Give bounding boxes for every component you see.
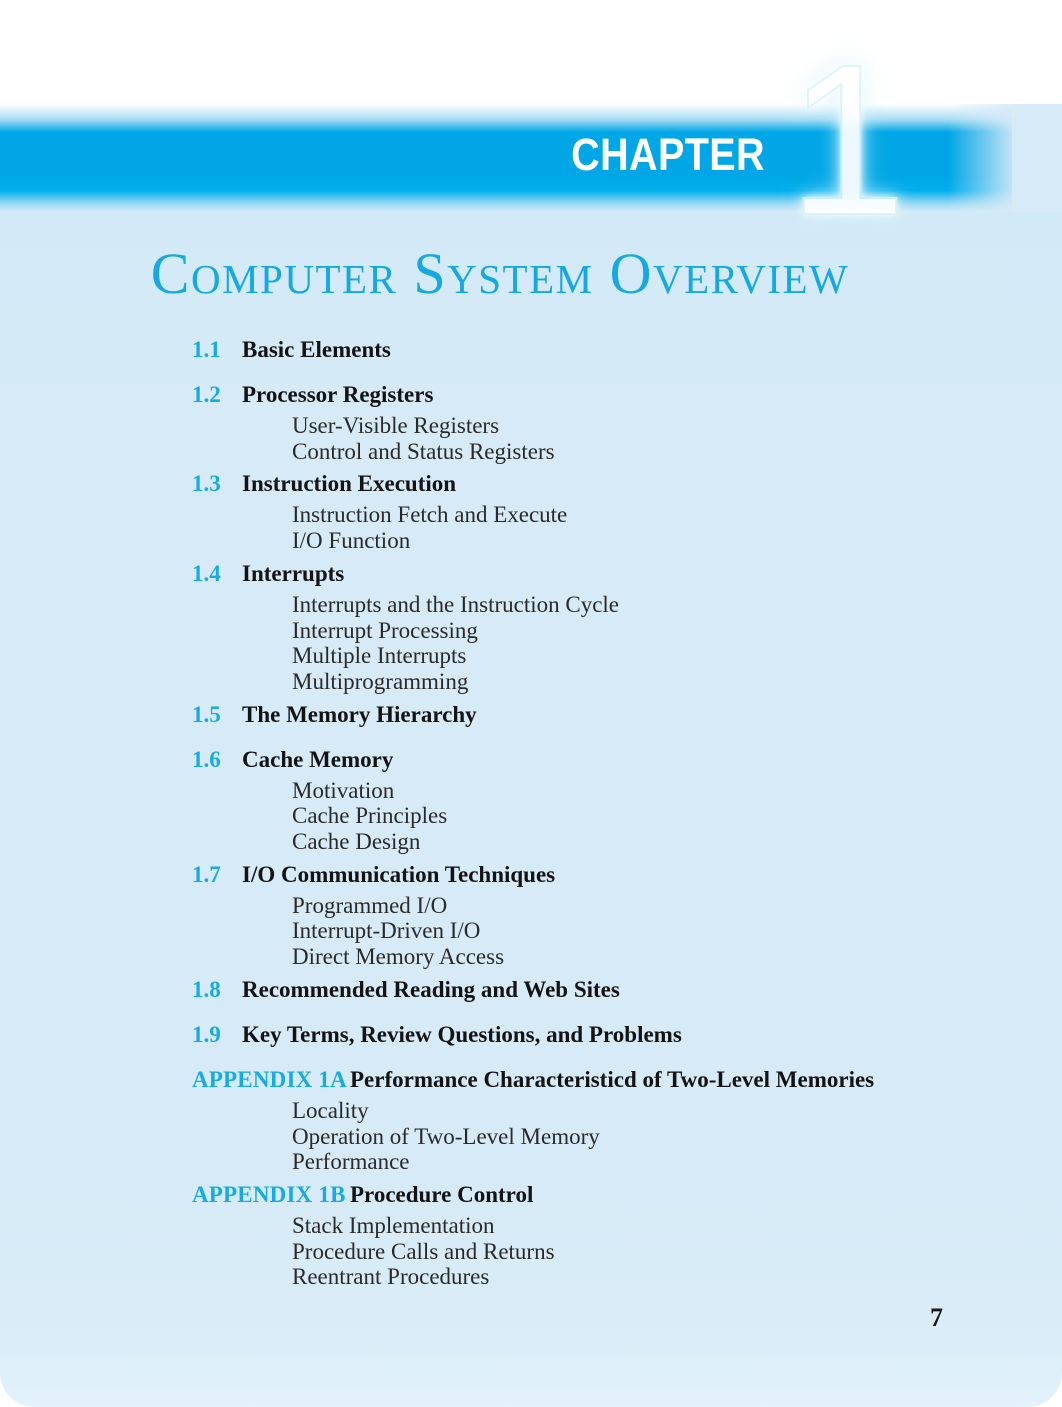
- chapter-opening-page: 1 CHAPTER Computer System Overview 1.1 Ba…: [0, 0, 1062, 1407]
- toc-subsection-item[interactable]: Multiprogramming: [292, 669, 1032, 695]
- toc-subsection-item[interactable]: Procedure Calls and Returns: [292, 1239, 1032, 1265]
- toc-entry[interactable]: 1.6 Cache Memory Motivation Cache Principle…: [192, 743, 1032, 855]
- toc-entry[interactable]: 1.2 Processor Registers User-Visible Regis…: [192, 378, 1032, 464]
- toc-subsection-list: Stack Implementation Procedure Calls and …: [192, 1213, 1032, 1290]
- toc-entry[interactable]: 1.3 Instruction Execution Instruction Fetc…: [192, 467, 1032, 553]
- page-number: 7: [930, 1303, 943, 1332]
- toc-entry-heading[interactable]: 1.9 Key Terms, Review Questions, and Prob…: [192, 1018, 1032, 1052]
- toc-entry-number: 1.4: [192, 560, 221, 586]
- toc-entry-title: Basic Elements: [242, 337, 391, 362]
- toc-subsection-list: Locality Operation of Two-Level Memory Per…: [192, 1098, 1032, 1175]
- toc-subsection-item[interactable]: User-Visible Registers: [292, 413, 1032, 439]
- toc-subsection-item[interactable]: Cache Principles: [292, 803, 1032, 829]
- toc-entry-title: Cache Memory: [242, 746, 394, 772]
- toc-subsection-item[interactable]: Performance: [292, 1149, 1032, 1175]
- toc-subsection-list: Motivation Cache Principles Cache Design: [192, 778, 1032, 855]
- toc-subsection-item[interactable]: Cache Design: [292, 829, 1032, 855]
- toc-entry-title: I/O Communication Techniques: [242, 861, 556, 887]
- toc-subsection-item[interactable]: Locality: [292, 1098, 1032, 1124]
- toc-entry-title: Procedure Control: [350, 1181, 534, 1207]
- toc-subsection-item[interactable]: I/O Function: [292, 528, 1032, 554]
- toc-entry[interactable]: APPENDIX 1A Performance Characteristicd o…: [192, 1063, 1032, 1175]
- toc-entry-heading[interactable]: 1.5 The Memory Hierarchy: [192, 698, 1032, 732]
- toc-entry-number: 1.7: [192, 861, 221, 887]
- toc-entry-title: Performance Characteristicd of Two-Level…: [350, 1066, 875, 1092]
- toc-entry-heading[interactable]: 1.7 I/O Communication Techniques: [192, 858, 1032, 892]
- toc-subsection-item[interactable]: Interrupts and the Instruction Cycle: [292, 592, 1032, 618]
- toc-subsection-item[interactable]: Operation of Two-Level Memory: [292, 1124, 1032, 1150]
- toc-subsection-list: Interrupts and the Instruction Cycle Inte…: [192, 592, 1032, 695]
- toc-entry-heading[interactable]: 1.1 Basic Elements: [192, 333, 1032, 367]
- toc-entry[interactable]: 1.8 Recommended Reading and Web Sites: [192, 973, 1032, 1007]
- toc-subsection-item[interactable]: Control and Status Registers: [292, 439, 1032, 465]
- toc-subsection-item[interactable]: Reentrant Procedures: [292, 1264, 1032, 1290]
- toc-entry-number: 1.2: [192, 382, 221, 407]
- toc-entry[interactable]: APPENDIX 1B Procedure Control Stack Implem…: [192, 1178, 1032, 1290]
- toc-entry-title: Interrupts: [242, 560, 345, 586]
- toc-entry-title: Instruction Execution: [242, 471, 457, 497]
- toc-entry-number: 1.5: [192, 701, 221, 727]
- toc-subsection-item[interactable]: Stack Implementation: [292, 1213, 1032, 1239]
- toc-entry-heading[interactable]: 1.8 Recommended Reading and Web Sites: [192, 973, 1032, 1007]
- toc-subsection-item[interactable]: Interrupt-Driven I/O: [292, 918, 1032, 944]
- toc-entry-heading[interactable]: APPENDIX 1A Performance Characteristicd o…: [192, 1063, 1032, 1097]
- page-title: Computer System Overview: [150, 241, 850, 306]
- toc-entry-number: 1.3: [192, 471, 221, 497]
- toc-entry-heading[interactable]: 1.2 Processor Registers: [192, 378, 1032, 412]
- toc-subsection-item[interactable]: Direct Memory Access: [292, 944, 1032, 970]
- page-top-margin: [0, 0, 1062, 108]
- toc-entry-number: 1.9: [192, 1021, 221, 1047]
- toc-entry-heading[interactable]: 1.4 Interrupts: [192, 557, 1032, 591]
- toc-entry[interactable]: 1.7 I/O Communication Techniques Programme…: [192, 858, 1032, 970]
- toc-entry-title: The Memory Hierarchy: [242, 701, 477, 727]
- toc-subsection-item[interactable]: Programmed I/O: [292, 893, 1032, 919]
- toc-entry-title: Key Terms, Review Questions, and Problem…: [242, 1021, 682, 1047]
- toc-entry-title: Recommended Reading and Web Sites: [242, 976, 620, 1002]
- toc-subsection-item[interactable]: Interrupt Processing: [292, 618, 1032, 644]
- chapter-label: CHAPTER: [571, 129, 765, 180]
- toc-entry-number: 1.8: [192, 976, 221, 1002]
- toc-entry-number: APPENDIX 1B: [192, 1181, 346, 1207]
- toc-subsection-list: Programmed I/O Interrupt-Driven I/O Direct…: [192, 893, 1032, 970]
- toc-entry-heading[interactable]: 1.6 Cache Memory: [192, 743, 1032, 777]
- toc-entry-heading[interactable]: 1.3 Instruction Execution: [192, 467, 1032, 501]
- toc-subsection-item[interactable]: Instruction Fetch and Execute: [292, 502, 1032, 528]
- toc-entry-heading[interactable]: APPENDIX 1B Procedure Control: [192, 1178, 1032, 1212]
- toc-subsection-item[interactable]: Motivation: [292, 778, 1032, 804]
- table-of-contents: 1.1 Basic Elements 1.2 Processor Registers U…: [192, 333, 1032, 1293]
- toc-entry[interactable]: 1.9 Key Terms, Review Questions, and Prob…: [192, 1018, 1032, 1052]
- toc-entry-number: 1.6: [192, 746, 221, 772]
- toc-subsection-list: User-Visible Registers Control and Status…: [192, 413, 1032, 464]
- toc-subsection-list: Instruction Fetch and Execute I/O Functio…: [192, 502, 1032, 553]
- toc-entry[interactable]: 1.1 Basic Elements: [192, 333, 1032, 367]
- toc-entry[interactable]: 1.5 The Memory Hierarchy: [192, 698, 1032, 732]
- toc-entry-title: Processor Registers: [242, 382, 434, 407]
- toc-subsection-item[interactable]: Multiple Interrupts: [292, 643, 1032, 669]
- toc-entry-number: APPENDIX 1A: [192, 1066, 347, 1092]
- toc-entry-number: 1.1: [192, 337, 221, 362]
- toc-entry[interactable]: 1.4 Interrupts Interrupts and the Instruct…: [192, 557, 1032, 695]
